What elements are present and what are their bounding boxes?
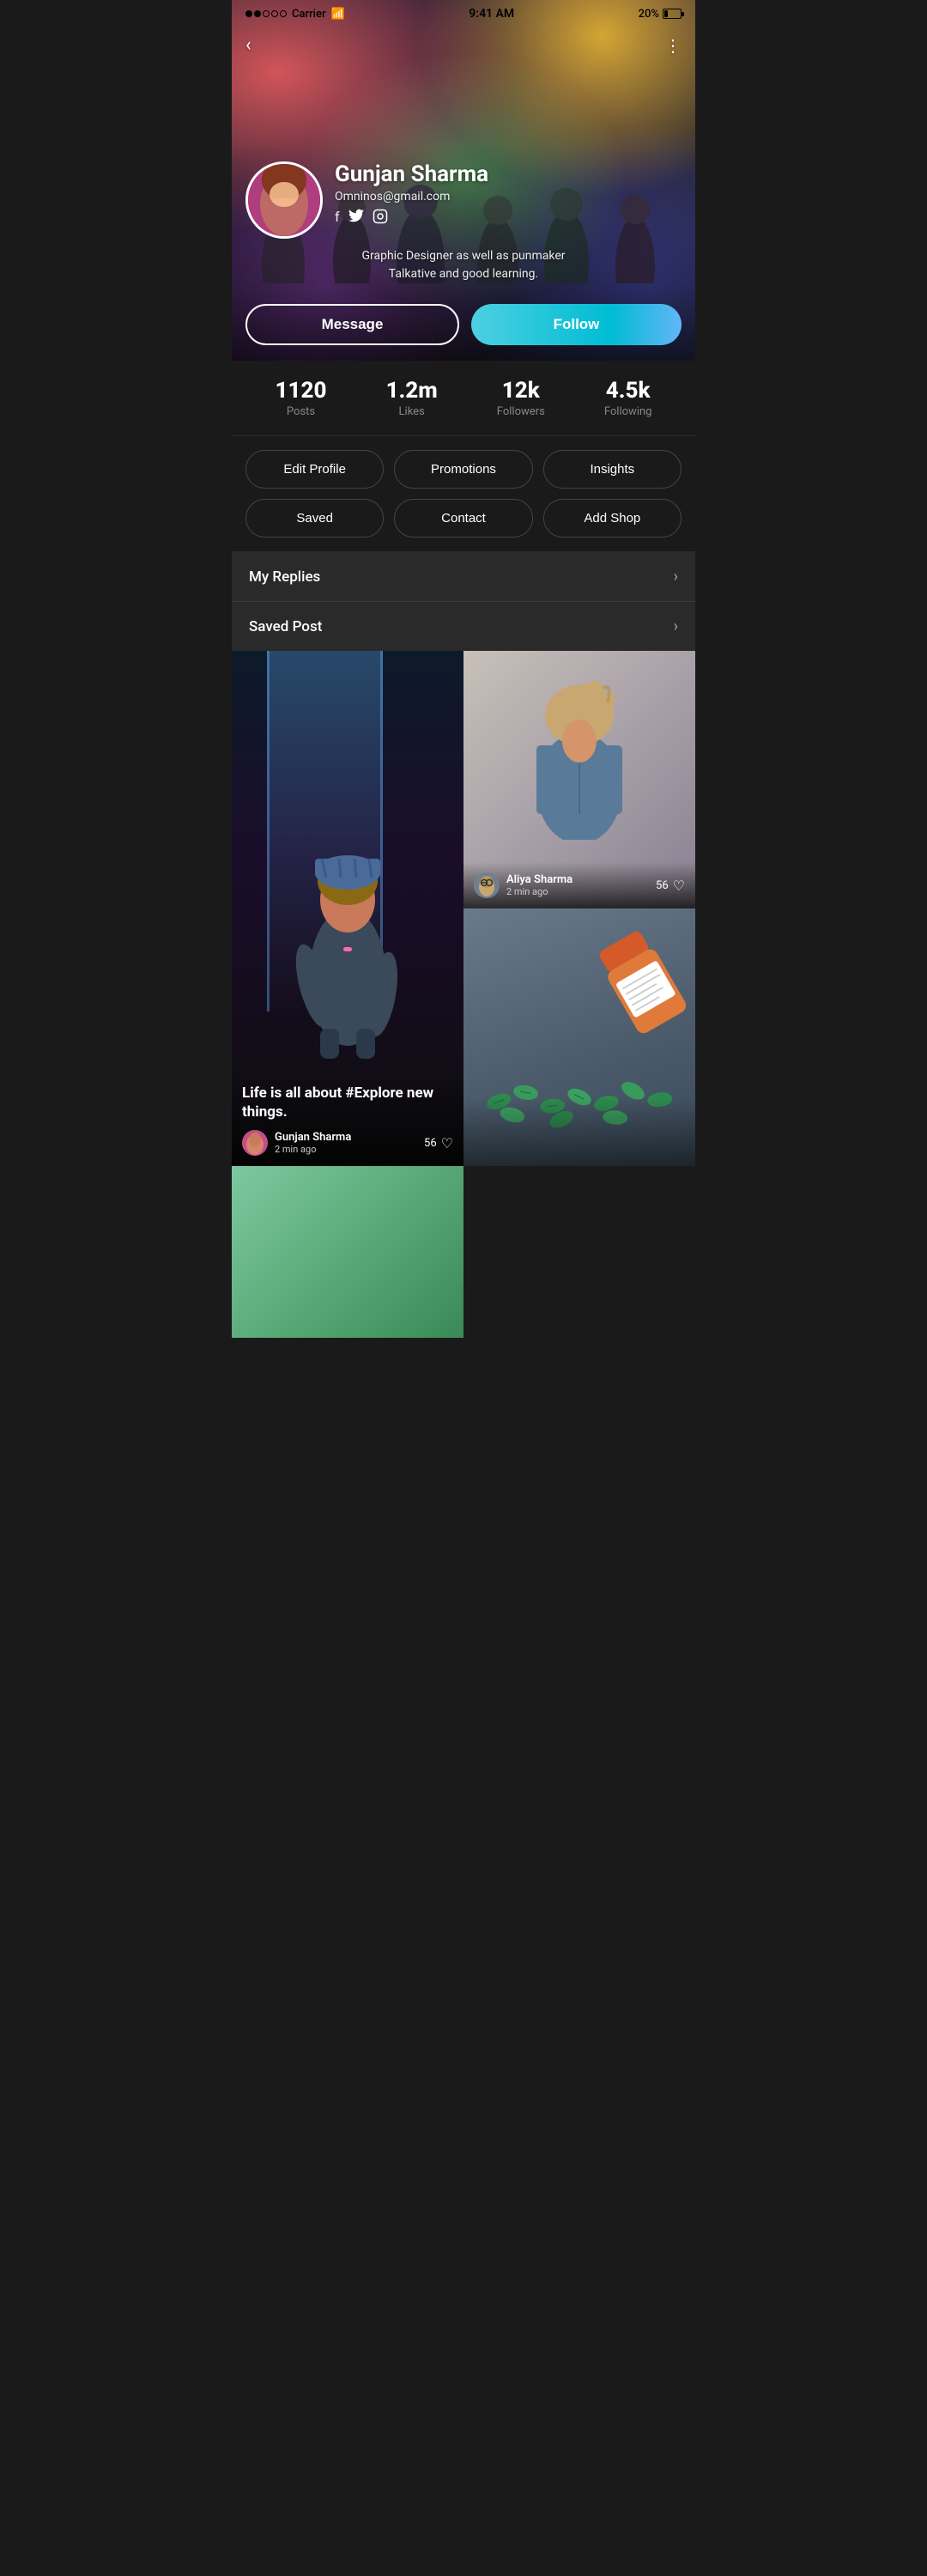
hero-section: ‹ ⋮ [232, 0, 695, 361]
stat-following: 4.5k Following [604, 378, 652, 418]
menu-section: My Replies › Saved Post › [232, 552, 695, 651]
my-replies-arrow: › [674, 568, 678, 586]
person-figure [296, 823, 399, 1063]
wifi-icon: 📶 [331, 8, 345, 21]
follow-button[interactable]: Follow [471, 304, 682, 345]
dot-2 [254, 10, 261, 17]
post-meta-right-top: Aliya Sharma 2 min ago 56 ♡ [474, 872, 685, 898]
post-card-right-top[interactable]: Aliya Sharma 2 min ago 56 ♡ [464, 651, 695, 908]
status-left: Carrier 📶 [245, 8, 345, 21]
post-image-right-bottom [464, 908, 695, 1166]
post-author-right-top: Aliya Sharma 2 min ago [474, 872, 573, 898]
stat-followers: 12k Followers [497, 378, 545, 418]
stat-posts: 1120 Posts [276, 378, 327, 418]
post-card-right-bottom[interactable] [464, 908, 695, 1166]
avatar-image [248, 164, 320, 236]
battery-fill [664, 10, 668, 17]
post-avatar-right-top [474, 872, 500, 898]
dot-5 [280, 10, 287, 17]
post-likes-right-top: 56 ♡ [656, 878, 685, 894]
post-author-left: Gunjan Sharma 2 min ago [242, 1130, 351, 1156]
post-time-right-top: 2 min ago [506, 886, 573, 897]
message-button[interactable]: Message [245, 304, 459, 345]
bio-text-line1: Graphic Designer as well as punmaker [245, 247, 682, 265]
stat-posts-value: 1120 [276, 378, 327, 404]
dot-4 [271, 10, 278, 17]
saved-button[interactable]: Saved [245, 499, 384, 538]
my-replies-item[interactable]: My Replies › [232, 552, 695, 602]
heart-icon-right-top[interactable]: ♡ [673, 878, 685, 894]
battery-icon [663, 9, 682, 19]
heart-icon-left[interactable]: ♡ [441, 1135, 453, 1151]
twitter-icon[interactable] [348, 209, 364, 228]
add-shop-button[interactable]: Add Shop [543, 499, 682, 538]
post-overlay-left: Life is all about #Explore new things. G… [232, 1073, 464, 1166]
insights-button[interactable]: Insights [543, 450, 682, 489]
stat-following-label: Following [604, 405, 652, 418]
post-author-info-left: Gunjan Sharma 2 min ago [275, 1131, 351, 1155]
likes-count-right-top: 56 [656, 879, 669, 892]
bio-text-line2: Talkative and good learning. [245, 265, 682, 283]
post-overlay-right-top: Aliya Sharma 2 min ago 56 ♡ [464, 862, 695, 908]
person-right-top [524, 668, 635, 840]
post-author-name-left: Gunjan Sharma [275, 1131, 351, 1144]
battery-percent: 20% [639, 8, 659, 21]
avatar [245, 161, 323, 239]
saved-post-label: Saved Post [249, 618, 322, 635]
more-menu-button[interactable]: ⋮ [664, 35, 682, 56]
stat-likes: 1.2m Likes [386, 378, 438, 418]
post-author-info-right-top: Aliya Sharma 2 min ago [506, 873, 573, 897]
profile-bio: Graphic Designer as well as punmaker Tal… [245, 247, 682, 283]
post-caption-left: Life is all about #Explore new things. [242, 1084, 453, 1121]
saved-post-item[interactable]: Saved Post › [232, 602, 695, 651]
hero-nav: ‹ ⋮ [232, 34, 695, 56]
stat-likes-value: 1.2m [386, 378, 438, 404]
profile-name: Gunjan Sharma [335, 161, 682, 187]
post-avatar-left [242, 1130, 268, 1156]
signal-dots [245, 10, 287, 17]
lips-detail [343, 947, 352, 951]
stats-section: 1120 Posts 1.2m Likes 12k Followers 4.5k… [232, 361, 695, 436]
dot-1 [245, 10, 252, 17]
post-card-left[interactable]: Life is all about #Explore new things. G… [232, 651, 464, 1166]
status-right: 20% [639, 8, 682, 21]
my-replies-label: My Replies [249, 568, 320, 586]
profile-info: Gunjan Sharma Omninos@gmail.com f [245, 161, 682, 283]
bottle-shadow [464, 1097, 695, 1166]
promotions-button[interactable]: Promotions [394, 450, 532, 489]
post-meta-left: Gunjan Sharma 2 min ago 56 ♡ [242, 1130, 453, 1156]
saved-post-arrow: › [674, 617, 678, 635]
post-likes-left: 56 ♡ [424, 1135, 453, 1151]
stat-following-value: 4.5k [604, 378, 652, 404]
contact-button[interactable]: Contact [394, 499, 532, 538]
back-button[interactable]: ‹ [245, 34, 251, 56]
edit-profile-button[interactable]: Edit Profile [245, 450, 384, 489]
stat-posts-label: Posts [276, 405, 327, 418]
action-grid: Edit Profile Promotions Insights Saved C… [232, 436, 695, 552]
post-author-name-right-top: Aliya Sharma [506, 873, 573, 886]
dot-3 [263, 10, 270, 17]
profile-header: Gunjan Sharma Omninos@gmail.com f [245, 161, 682, 239]
instagram-icon[interactable] [373, 209, 388, 228]
stat-likes-label: Likes [386, 405, 438, 418]
status-bar: Carrier 📶 9:41 AM 20% [232, 0, 695, 27]
right-column: Aliya Sharma 2 min ago 56 ♡ [464, 651, 695, 1166]
hero-actions: Message Follow [245, 304, 682, 345]
social-icons: f [335, 209, 682, 228]
posts-grid: Life is all about #Explore new things. G… [232, 651, 695, 1166]
facebook-icon[interactable]: f [335, 209, 340, 228]
profile-email: Omninos@gmail.com [335, 190, 682, 204]
likes-count-left: 56 [424, 1137, 437, 1150]
green-post-extension [232, 1166, 464, 1338]
stat-followers-value: 12k [497, 378, 545, 404]
profile-text: Gunjan Sharma Omninos@gmail.com f [335, 161, 682, 228]
stat-followers-label: Followers [497, 405, 545, 418]
carrier-label: Carrier [292, 8, 326, 21]
time-display: 9:41 AM [469, 7, 514, 21]
post-time-left: 2 min ago [275, 1144, 351, 1155]
